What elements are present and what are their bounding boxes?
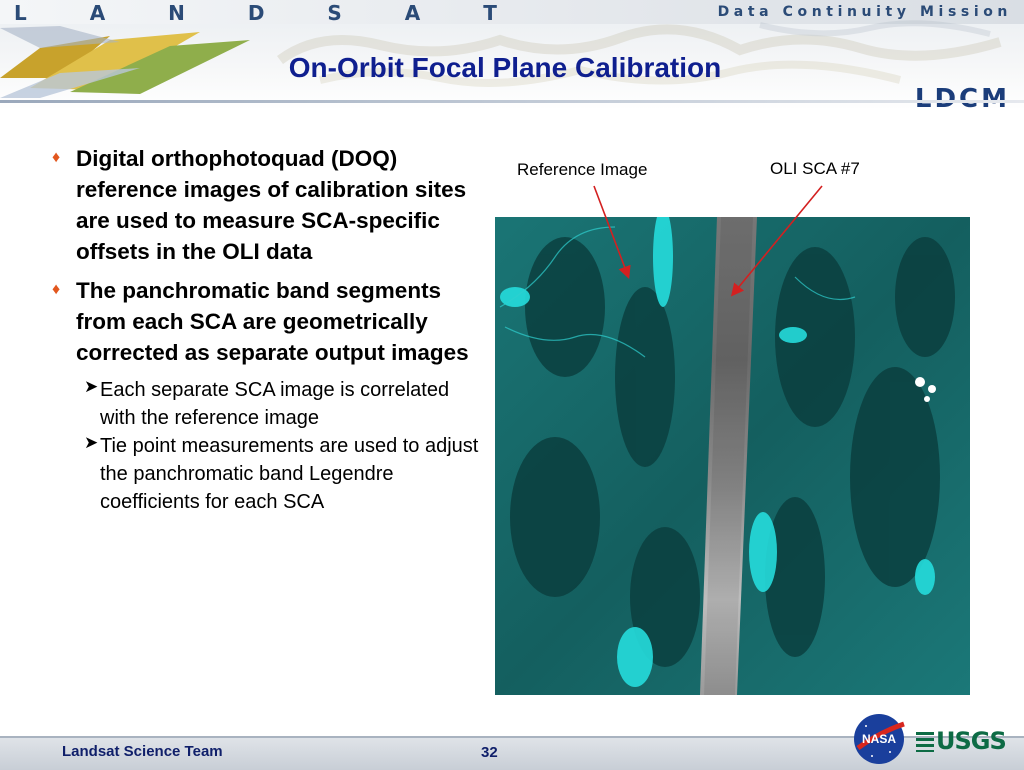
bullet-item: ♦ The panchromatic band segments from ea…	[50, 275, 490, 368]
sub-bullet-text: Tie point measurements are used to adjus…	[100, 435, 479, 513]
header-divider	[0, 100, 1024, 103]
nasa-logo-text: NASA	[862, 732, 896, 746]
sub-bullet-text: Each separate SCA image is correlated wi…	[100, 379, 450, 429]
satellite-image	[495, 217, 970, 695]
arrow-bullet-icon: ➤	[84, 433, 99, 452]
nasa-logo-icon: NASA	[854, 714, 905, 764]
bullet-text: Digital orthophotoquad (DOQ) reference i…	[76, 146, 467, 264]
sub-bullet-item: ➤ Each separate SCA image is correlated …	[50, 376, 490, 432]
ldcm-logo: LDCM	[914, 84, 1010, 110]
bullet-text: The panchromatic band segments from each…	[76, 278, 469, 365]
bullet-item: ♦ Digital orthophotoquad (DOQ) reference…	[50, 143, 490, 267]
mission-name: Data Continuity Mission	[717, 4, 1012, 20]
page-number: 32	[481, 744, 498, 761]
diamond-bullet-icon: ♦	[52, 281, 61, 298]
bullet-list: ♦ Digital orthophotoquad (DOQ) reference…	[50, 143, 490, 516]
usgs-logo-text: USGS	[936, 727, 1007, 755]
diamond-bullet-icon: ♦	[52, 149, 61, 166]
satellite-image-graphic	[495, 217, 970, 695]
usgs-logo-icon: USGS	[916, 727, 1007, 755]
sub-bullet-item: ➤ Tie point measurements are used to adj…	[50, 432, 490, 516]
slide-title: On-Orbit Focal Plane Calibration	[288, 52, 722, 83]
slide-header: L A N D S A T Data Continuity Mission On…	[0, 0, 1024, 110]
footer-team-name: Landsat Science Team	[62, 743, 223, 760]
arrow-bullet-icon: ➤	[84, 377, 99, 396]
reference-image-label: Reference Image	[517, 160, 648, 179]
sca-label: OLI SCA #7	[770, 159, 860, 178]
